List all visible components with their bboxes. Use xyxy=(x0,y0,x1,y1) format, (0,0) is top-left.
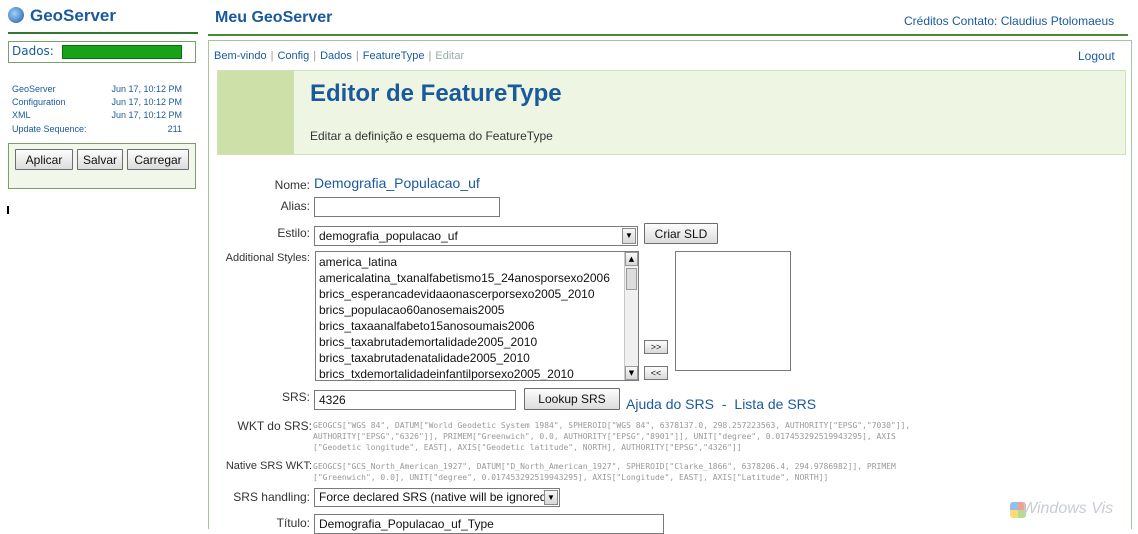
create-sld-button[interactable]: Criar SLD xyxy=(644,223,718,244)
dados-label: Dados: xyxy=(12,44,54,58)
list-item[interactable]: brics_taxaanalfabeto15anosoumais2006 xyxy=(316,318,638,334)
geoserver-logo[interactable]: GeoServer xyxy=(8,6,116,26)
wkt-line: GEOGCS["WGS 84", DATUM["World Geodetic S… xyxy=(313,421,911,430)
wkt-line: AUTHORITY["EPSG","6326"]], PRIMEM["Green… xyxy=(313,432,896,441)
breadcrumb-featuretype[interactable]: FeatureType xyxy=(363,50,425,62)
srs-handling-label: SRS handling: xyxy=(233,490,310,504)
styles-scrollbar[interactable]: ▲ ▼ xyxy=(624,252,638,380)
chevron-down-icon[interactable]: ▼ xyxy=(544,490,558,505)
additional-styles-list[interactable]: america_latina americalatina_txanalfabet… xyxy=(315,251,639,381)
breadcrumb-edit: Editar xyxy=(435,50,465,62)
name-value: Demografia_Populacao_uf xyxy=(314,175,480,191)
action-buttons-panel: Aplicar Salvar Carregar xyxy=(8,143,196,189)
page-subtitle: Editar a definição e esquema do FeatureT… xyxy=(310,129,553,143)
sidebar-divider xyxy=(8,32,198,34)
header-divider xyxy=(208,34,1128,36)
style-select[interactable]: demografia_populacao_uf ▼ xyxy=(314,226,638,246)
scroll-up-icon[interactable]: ▲ xyxy=(625,252,638,266)
chevron-down-icon[interactable]: ▼ xyxy=(622,228,636,244)
stat-configuration-value: Jun 17, 10:12 PM xyxy=(111,97,182,107)
os-watermark: Windows Vis xyxy=(1022,500,1114,517)
title-input[interactable] xyxy=(314,514,664,534)
stat-geoserver-label: GeoServer xyxy=(12,84,56,94)
credits-link[interactable]: Créditos Contato: Claudius Ptolomaeus xyxy=(904,14,1114,28)
list-item[interactable]: america_latina xyxy=(316,254,638,270)
native-wkt-label: Native SRS WKT: xyxy=(225,460,312,472)
srs-links: Ajuda do SRS - Lista de SRS xyxy=(626,396,816,412)
stat-geoserver-value: Jun 17, 10:12 PM xyxy=(111,84,182,94)
srs-list-link[interactable]: Lista de SRS xyxy=(734,396,816,412)
srs-input[interactable] xyxy=(314,390,516,410)
style-label: Estilo: xyxy=(277,226,310,240)
list-item[interactable]: brics_taxabrutademortalidade2005_2010 xyxy=(316,334,638,350)
additional-styles-label: Additional Styles: xyxy=(225,252,310,264)
stat-xml-label: XML xyxy=(12,110,31,120)
native-wkt-line: ["Greenwich", 0.0], UNIT["degree", 0.017… xyxy=(313,473,829,482)
style-select-value: demografia_populacao_uf xyxy=(319,229,458,243)
srs-link-separator: - xyxy=(721,396,727,412)
list-item[interactable]: brics_taxabrutadenatalidade2005_2010 xyxy=(316,350,638,366)
save-button[interactable]: Salvar xyxy=(77,149,123,170)
native-wkt-line: GEOGCS["GCS_North_American_1927", DATUM[… xyxy=(313,462,896,471)
title-label: Título: xyxy=(276,516,310,530)
page-title: Editor de FeatureType xyxy=(310,80,562,107)
list-item[interactable]: brics_txdemortalidadeinfantilporsexo2005… xyxy=(316,366,638,380)
site-title[interactable]: Meu GeoServer xyxy=(215,9,332,27)
stat-configuration-label: Configuration xyxy=(12,97,66,107)
breadcrumb-config[interactable]: Config xyxy=(277,50,309,62)
breadcrumb: Bem-vindo | Config | Dados | FeatureType | Edita… xyxy=(214,50,465,62)
stat-xml-value: Jun 17, 10:12 PM xyxy=(111,110,182,120)
alias-input[interactable] xyxy=(314,197,500,217)
srs-handling-select[interactable]: Force declared SRS (native will be ignor… xyxy=(314,488,560,507)
wkt-line: ["Geodetic longitude", EAST], AXIS["Geod… xyxy=(313,443,742,452)
wkt-label: WKT do SRS: xyxy=(237,419,312,433)
srs-handling-value: Force declared SRS (native will be ignor… xyxy=(319,490,551,504)
alias-label: Alias: xyxy=(280,199,310,213)
dados-progress-bar xyxy=(62,45,182,59)
logout-link[interactable]: Logout xyxy=(1078,49,1115,63)
lookup-srs-button[interactable]: Lookup SRS xyxy=(524,388,620,410)
list-item[interactable]: americalatina_txanalfabetismo15_24anospo… xyxy=(316,270,638,286)
srs-help-link[interactable]: Ajuda do SRS xyxy=(626,396,714,412)
cursor-mark xyxy=(7,206,9,214)
list-item[interactable]: brics_populacao60anosemais2005 xyxy=(316,302,638,318)
srs-label: SRS: xyxy=(281,390,310,404)
breadcrumb-data[interactable]: Dados xyxy=(320,50,352,62)
load-button[interactable]: Carregar xyxy=(127,149,189,170)
stat-update-sequence-label: Update Sequence: xyxy=(12,124,87,134)
native-wkt-text: GEOGCS["GCS_North_American_1927", DATUM[… xyxy=(313,461,896,483)
scroll-down-icon[interactable]: ▼ xyxy=(625,366,638,380)
stat-update-sequence-value: 211 xyxy=(167,124,182,134)
name-label: Nome: xyxy=(274,178,310,192)
banner-accent-block xyxy=(218,71,294,154)
move-left-button[interactable]: << xyxy=(644,366,668,380)
wkt-text: GEOGCS["WGS 84", DATUM["World Geodetic S… xyxy=(313,420,910,453)
breadcrumb-welcome[interactable]: Bem-vindo xyxy=(214,50,267,62)
geoserver-globe-icon xyxy=(8,7,24,23)
apply-button[interactable]: Aplicar xyxy=(15,149,73,170)
list-item[interactable]: brics_esperancadevidaaonascerporsexo2005… xyxy=(316,286,638,302)
move-right-button[interactable]: >> xyxy=(644,340,668,354)
selected-styles-list[interactable] xyxy=(675,251,791,371)
scroll-thumb[interactable] xyxy=(626,268,637,290)
